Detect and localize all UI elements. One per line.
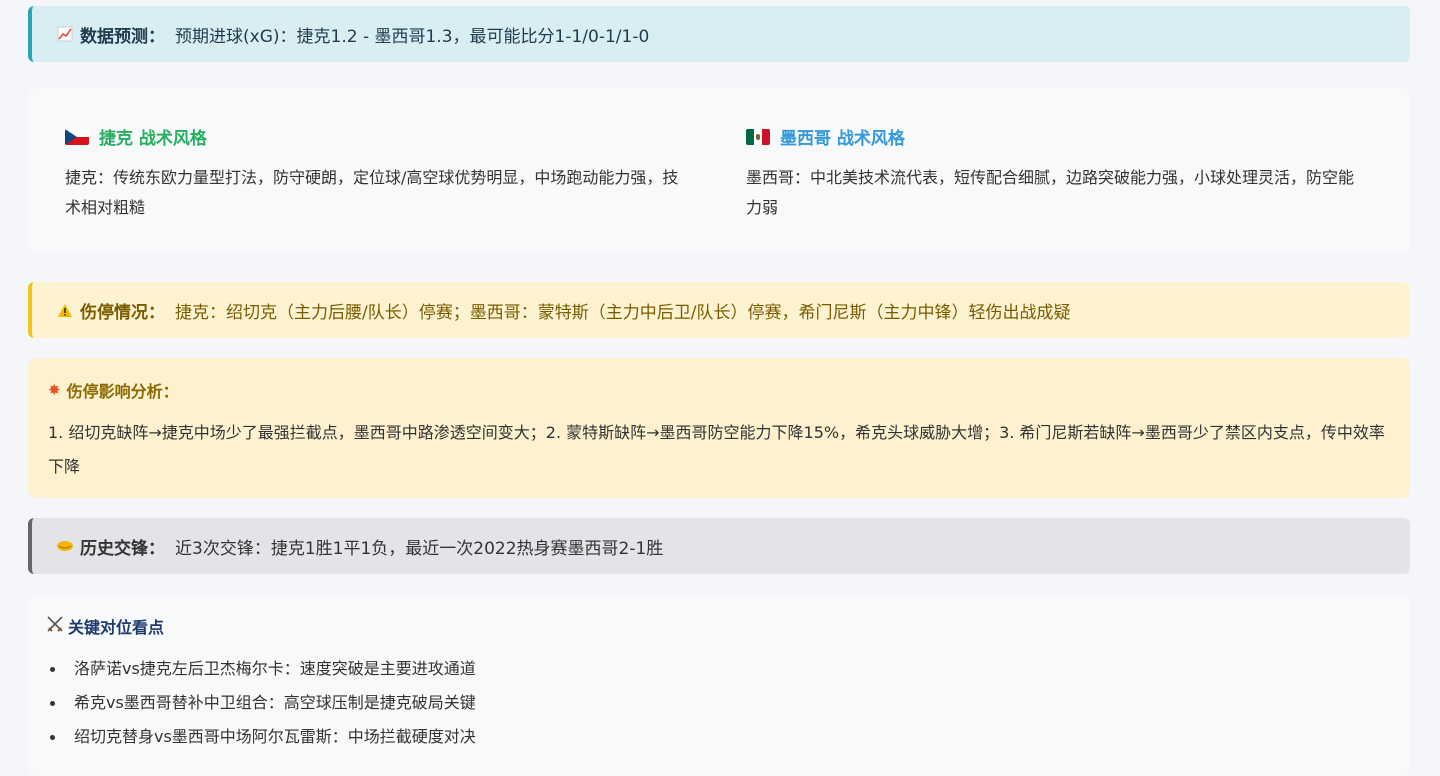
list-item: 绍切克替身vs墨西哥中场阿尔瓦雷斯：中场拦截硬度对决: [50, 720, 476, 754]
czech-flag-icon: [65, 128, 89, 145]
matchups-title: 关键对位看点: [68, 618, 165, 637]
history-banner: 历史交锋： 近3次交锋：捷克1胜1平1负，最近一次2022热身赛墨西哥2-1胜: [28, 518, 1410, 574]
mexico-style-column: 墨西哥 战术风格 墨西哥：中北美技术流代表，短传配合细腻，边路突破能力强，小球处…: [746, 124, 1366, 223]
chart-up-icon: [54, 26, 76, 42]
matchups-list: 洛萨诺vs捷克左后卫杰梅尔卡：速度突破是主要进攻通道 希克vs墨西哥替补中卫组合…: [50, 652, 476, 754]
list-item: 希克vs墨西哥替补中卫组合：高空球压制是捷克破局关键: [50, 686, 476, 720]
prediction-label: 数据预测：: [80, 26, 165, 47]
injury-banner: 伤停情况： 捷克：绍切克（主力后腰/队长）停赛；墨西哥：蒙特斯（主力中后卫/队长…: [28, 282, 1410, 338]
mexico-style-title: 墨西哥 战术风格: [780, 129, 905, 149]
history-label: 历史交锋：: [80, 538, 165, 559]
mexico-flag-icon: [746, 128, 770, 145]
crossed-swords-icon: [46, 615, 64, 637]
history-text: 近3次交锋：捷克1胜1平1负，最近一次2022热身赛墨西哥2-1胜: [175, 538, 664, 559]
warning-icon: [54, 303, 76, 318]
impact-title: 伤停影响分析：: [66, 382, 179, 401]
list-item: 洛萨诺vs捷克左后卫杰梅尔卡：速度突破是主要进攻通道: [50, 652, 476, 686]
czech-style-desc: 捷克：传统东欧力量型打法，防守硬朗，定位球/高空球优势明显，中场跑动能力强，技术…: [65, 168, 679, 217]
injury-text: 捷克：绍切克（主力后腰/队长）停赛；墨西哥：蒙特斯（主力中后卫/队长）停赛，希门…: [175, 302, 1071, 323]
czech-style-column: 捷克 战术风格 捷克：传统东欧力量型打法，防守硬朗，定位球/高空球优势明显，中场…: [65, 124, 685, 223]
handshake-icon: [54, 539, 76, 553]
prediction-banner: 数据预测： 预期进球(xG)：捷克1.2 - 墨西哥1.3，最可能比分1-1/0…: [28, 6, 1410, 62]
mexico-style-desc: 墨西哥：中北美技术流代表，短传配合细腻，边路突破能力强，小球处理灵活，防空能力弱: [746, 168, 1355, 217]
key-matchups-card: 关键对位看点 洛萨诺vs捷克左后卫杰梅尔卡：速度突破是主要进攻通道 希克vs墨西…: [28, 594, 1410, 776]
czech-style-title: 捷克 战术风格: [99, 129, 207, 149]
injury-impact-card: ✸ 伤停影响分析： 1. 绍切克缺阵→捷克中场少了最强拦截点，墨西哥中路渗透空间…: [28, 358, 1410, 498]
collision-icon: ✸: [48, 381, 61, 399]
prediction-text: 预期进球(xG)：捷克1.2 - 墨西哥1.3，最可能比分1-1/0-1/1-0: [175, 26, 650, 47]
tactical-styles-card: 捷克 战术风格 捷克：传统东欧力量型打法，防守硬朗，定位球/高空球优势明显，中场…: [28, 88, 1410, 254]
injury-label: 伤停情况：: [80, 302, 165, 323]
impact-text: 1. 绍切克缺阵→捷克中场少了最强拦截点，墨西哥中路渗透空间变大；2. 蒙特斯缺…: [48, 423, 1385, 476]
